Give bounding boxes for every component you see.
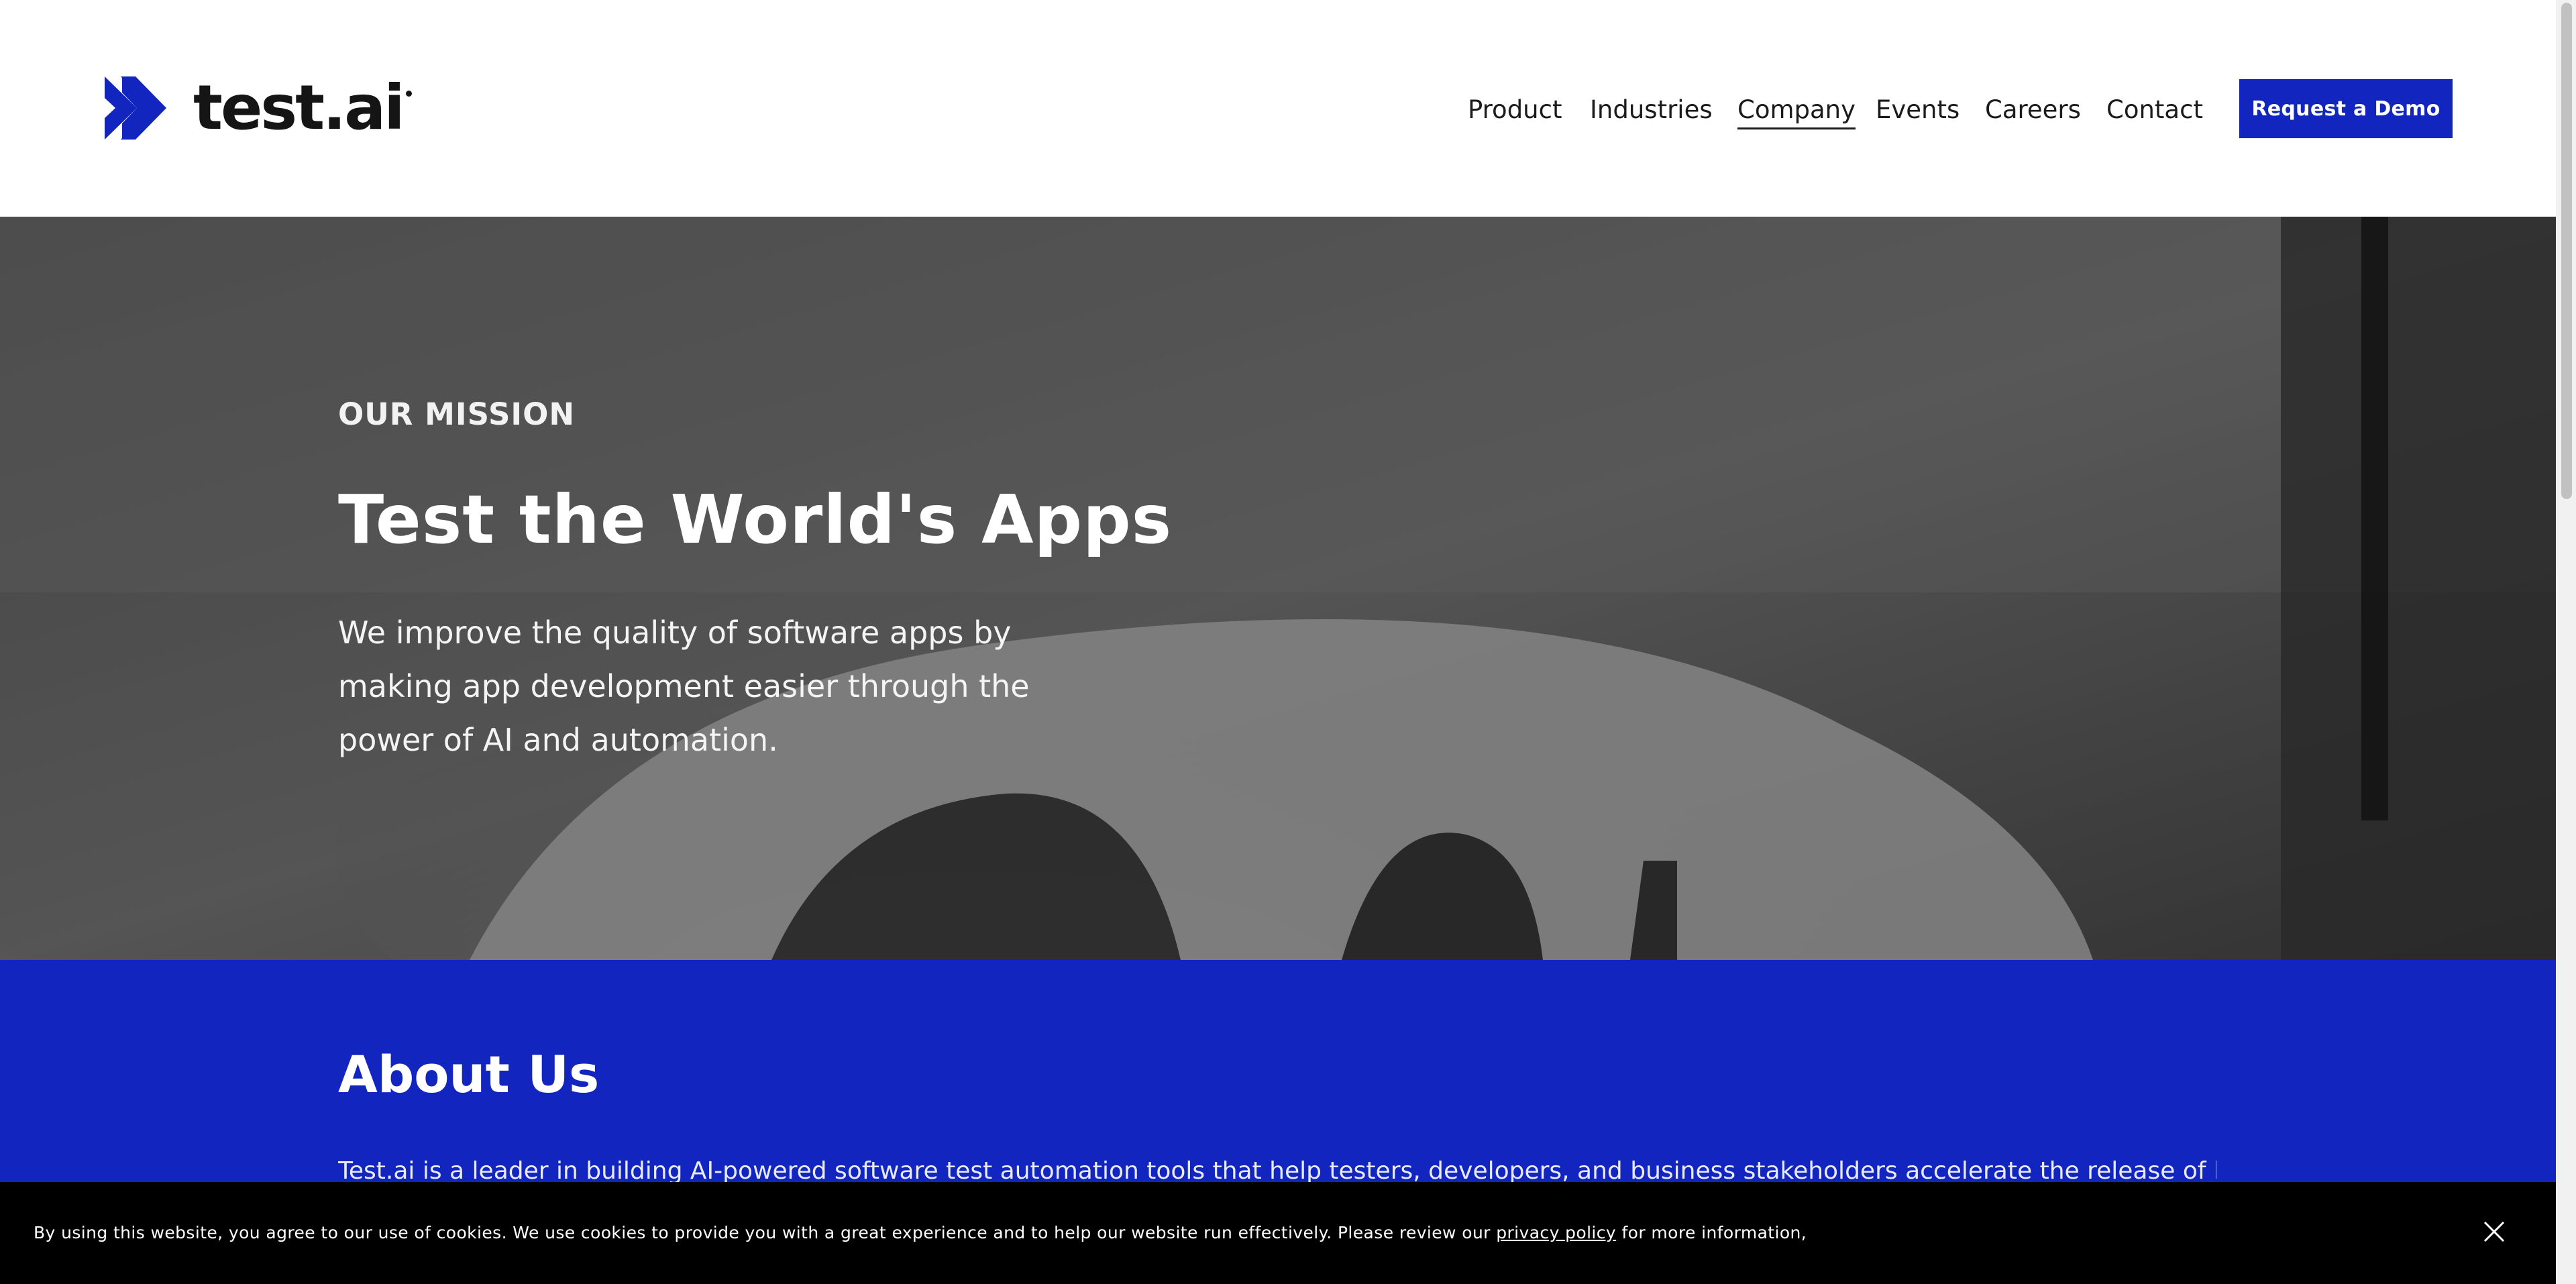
nav-industries[interactable]: Industries [1590,94,1713,126]
close-icon[interactable] [2481,1218,2508,1245]
privacy-policy-link[interactable]: privacy policy [1496,1223,1616,1242]
hero-eyebrow: OUR MISSION [338,396,576,432]
about-title: About Us [338,1045,600,1104]
nav-product[interactable]: Product [1468,94,1562,126]
nav-events[interactable]: Events [1876,94,1960,126]
hero-title: Test the World's Apps [338,480,1173,559]
main-nav: Product Industries Company Events Career… [0,0,2556,217]
nav-contact[interactable]: Contact [2106,94,2203,126]
mission-hero: OUR MISSION Test the World's Apps We imp… [0,217,2556,960]
scrollbar-thumb[interactable] [2561,3,2572,499]
site-header: test.ai Product Industries Company Event… [0,0,2556,217]
cookie-text-after: for more information, [1616,1223,1807,1242]
cookie-banner: By using this website, you agree to our … [0,1182,2556,1284]
cookie-text-before: By using this website, you agree to our … [34,1223,1497,1242]
page-scrollbar[interactable] [2556,0,2576,1284]
nav-careers[interactable]: Careers [1985,94,2081,126]
request-demo-button[interactable]: Request a Demo [2239,79,2453,138]
cookie-message: By using this website, you agree to our … [34,1220,1807,1246]
nav-company[interactable]: Company [1737,94,1856,129]
hero-description: We improve the quality of software apps … [338,614,1030,758]
hero-overlay [0,217,2556,960]
